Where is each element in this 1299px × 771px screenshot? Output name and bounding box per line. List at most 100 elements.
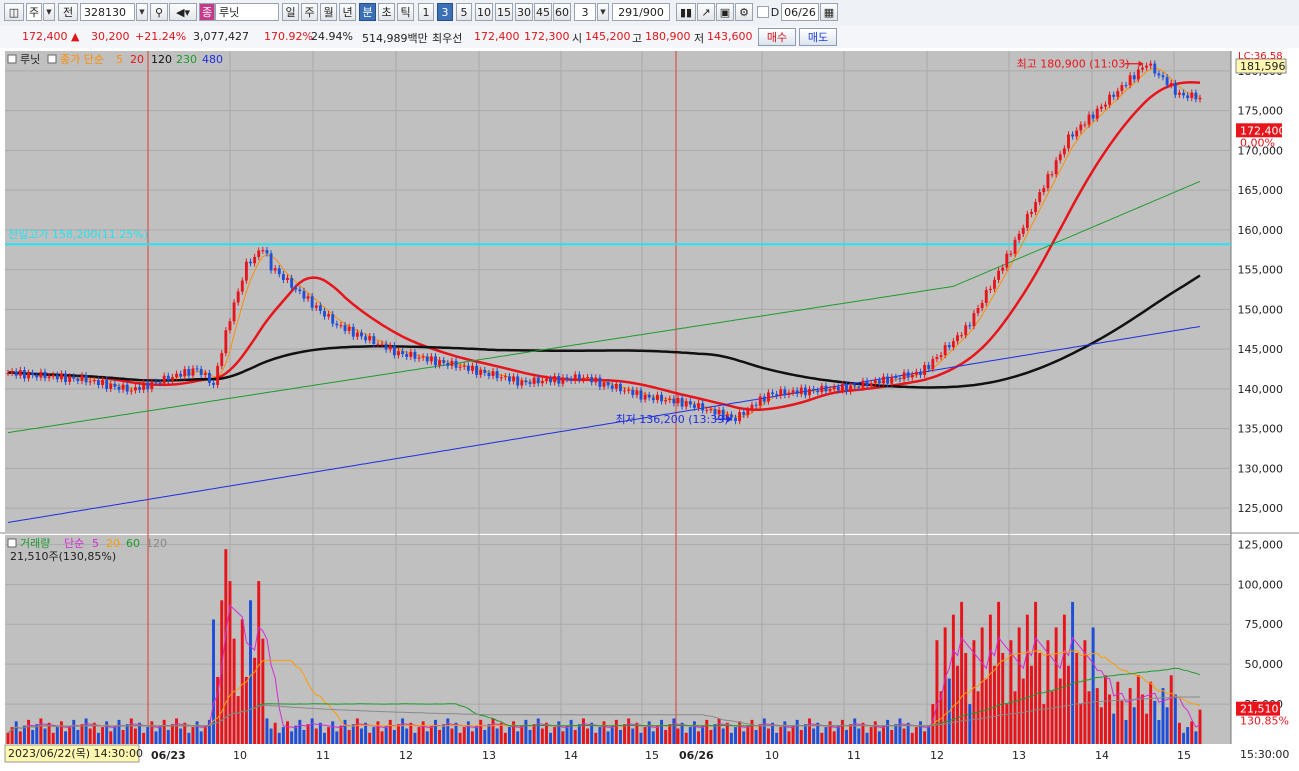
volume-bar xyxy=(1116,681,1120,744)
interval-30-button[interactable]: 30 xyxy=(515,3,533,21)
candle-body xyxy=(799,387,803,394)
candle-body xyxy=(257,250,261,257)
interval-3-button[interactable]: 3 xyxy=(437,3,453,21)
interval-10-button[interactable]: 10 xyxy=(475,3,493,21)
volume-bar xyxy=(902,728,906,744)
prev-button[interactable]: 전 xyxy=(58,3,78,21)
period-day-button[interactable]: 일 xyxy=(282,3,299,21)
volume-bar xyxy=(993,665,996,744)
volume-bar xyxy=(150,721,154,744)
volume-bar xyxy=(1099,707,1103,744)
volume-bar xyxy=(170,724,174,744)
period-week-button[interactable]: 주 xyxy=(301,3,318,21)
price-chart[interactable]: 전일고가 158,200(11.25%) 최고 180,900 (11:03) 최… xyxy=(0,48,1299,771)
draw-tool-icon[interactable]: ↗ xyxy=(697,3,715,21)
candle-body xyxy=(528,382,532,384)
candle-body xyxy=(664,400,668,402)
current-price-pct: 0.00% xyxy=(1240,136,1275,149)
candle-body xyxy=(845,384,848,392)
candle-body xyxy=(931,359,935,370)
period-minute-button[interactable]: 분 xyxy=(359,3,376,21)
volume-bar xyxy=(980,627,984,744)
volume-bar xyxy=(43,728,47,744)
candle-body xyxy=(709,409,713,411)
interval-dropdown-chevron-icon[interactable]: ▼ xyxy=(597,3,609,21)
candle-body xyxy=(1128,75,1132,86)
volume-bar xyxy=(972,640,976,744)
market-dropdown-chevron-icon[interactable]: ▼ xyxy=(43,3,55,21)
period-year-button[interactable]: 년 xyxy=(339,3,356,21)
x-axis-label: 10 xyxy=(233,749,247,762)
code-dropdown-chevron-icon[interactable]: ▼ xyxy=(136,3,148,21)
price-y-tick: 175,000 xyxy=(1238,105,1284,118)
interval-input[interactable]: 3 xyxy=(574,3,596,21)
volume-bar xyxy=(261,638,265,744)
market-select[interactable]: 주 xyxy=(26,3,42,21)
sell-button[interactable]: 매도 xyxy=(799,28,837,46)
interval-45-button[interactable]: 45 xyxy=(534,3,552,21)
period-second-button[interactable]: 초 xyxy=(378,3,395,21)
candle-body xyxy=(207,372,211,383)
interval-60-button[interactable]: 60 xyxy=(553,3,571,21)
volume-bar xyxy=(487,724,491,744)
volume-bar xyxy=(849,724,853,744)
date-input[interactable]: 06/26 xyxy=(781,3,819,21)
volume-bar xyxy=(203,725,207,744)
candle-body xyxy=(668,398,672,401)
candle-body xyxy=(1165,77,1169,86)
volume-bar xyxy=(968,704,972,744)
candle-body xyxy=(18,370,22,376)
layout-icon[interactable]: ◫ xyxy=(4,3,24,21)
volume-bar xyxy=(734,727,738,744)
volume-bar xyxy=(277,732,281,744)
candle-type-icon[interactable]: ▮▮ xyxy=(676,3,696,21)
interval-5-button[interactable]: 5 xyxy=(456,3,472,21)
toolbar: ◫ 주 ▼ 전 328130 ▼ ⚲ ◀▾ 종 루닛 일 주 월 년 분 초 틱… xyxy=(0,0,1299,27)
volume-bar xyxy=(910,732,914,744)
volume-bar xyxy=(914,727,918,744)
candle-body xyxy=(1034,202,1038,212)
stock-group-icon[interactable]: 종 xyxy=(199,3,215,21)
volume-bar xyxy=(462,727,466,744)
candle-body xyxy=(331,314,335,324)
volume-bar xyxy=(882,725,885,744)
count-field[interactable]: 291/900 xyxy=(612,3,670,21)
candle-body xyxy=(212,382,215,385)
candle-body xyxy=(1112,94,1116,97)
candle-body xyxy=(680,397,684,407)
volume-bar xyxy=(101,727,105,744)
buy-button[interactable]: 매수 xyxy=(758,28,796,46)
period-tick-button[interactable]: 틱 xyxy=(397,3,414,21)
volume-current-pct: 130.85% xyxy=(1240,715,1289,728)
candle-body xyxy=(951,341,955,348)
volume-bar xyxy=(553,727,557,744)
volume-bar xyxy=(1050,691,1054,744)
speaker-icon[interactable]: ◀▾ xyxy=(169,3,197,21)
interval-1-button[interactable]: 1 xyxy=(418,3,434,21)
volume-bar xyxy=(401,718,405,744)
candle-body xyxy=(1025,213,1029,228)
candle-body xyxy=(516,376,520,386)
stock-name-field[interactable]: 루닛 xyxy=(215,3,279,21)
candle-body xyxy=(372,336,376,344)
volume-bar xyxy=(191,727,195,744)
volume-bar xyxy=(951,614,955,744)
candle-body xyxy=(43,371,47,379)
calendar-icon[interactable]: ▦ xyxy=(820,3,838,21)
candle-body xyxy=(742,412,746,415)
code-input[interactable]: 328130 xyxy=(80,3,135,21)
volume-bar xyxy=(836,725,840,744)
search-icon[interactable]: ⚲ xyxy=(150,3,168,21)
volume-bar xyxy=(88,728,92,744)
candle-body xyxy=(894,376,898,379)
volume-bar xyxy=(565,725,569,744)
volume-bar xyxy=(643,727,647,744)
date-checkbox[interactable] xyxy=(757,6,769,18)
settings-gear-icon[interactable]: ⚙ xyxy=(735,3,753,21)
period-month-button[interactable]: 월 xyxy=(320,3,337,21)
interval-15-button[interactable]: 15 xyxy=(495,3,513,21)
price-change-pct: +21.24% xyxy=(135,30,187,43)
save-icon[interactable]: ▣ xyxy=(716,3,734,21)
volume-bar xyxy=(762,718,766,744)
volume-bar xyxy=(59,721,63,744)
